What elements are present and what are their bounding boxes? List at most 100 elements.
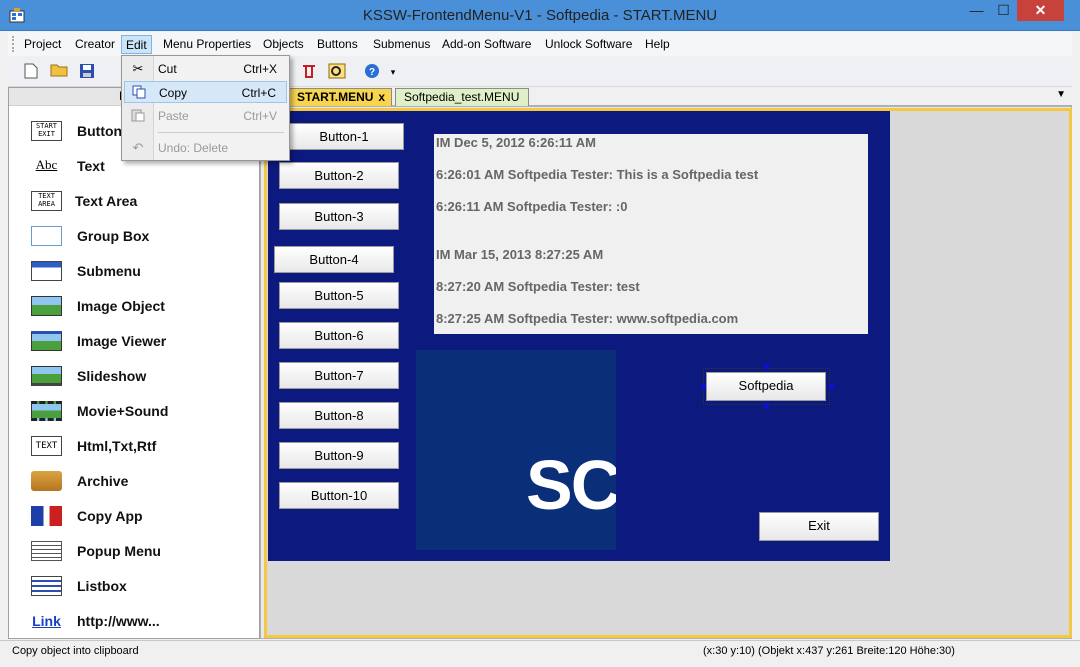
image-object-icon: [31, 296, 62, 316]
panel-item-link[interactable]: Link http://www...: [31, 609, 251, 633]
panel-item-label: Button: [77, 123, 123, 139]
text-area-icon: TEXT AREA: [31, 191, 62, 211]
canvas-button-10[interactable]: Button-10: [279, 482, 399, 509]
panel-item-label: Popup Menu: [77, 543, 161, 559]
panel-item-archive[interactable]: Archive: [31, 469, 251, 493]
panel-item-label: Slideshow: [77, 368, 147, 384]
movie-sound-icon: [31, 401, 62, 421]
menu-separator: [158, 132, 284, 133]
tab-label: Softpedia_test.MENU: [404, 90, 520, 104]
copy-icon: [131, 85, 147, 101]
menu-item-paste[interactable]: Paste Ctrl+V: [124, 105, 287, 127]
tab-label: START.MENU: [297, 90, 374, 104]
menu-item-cut[interactable]: ✂ Cut Ctrl+X: [124, 58, 287, 80]
status-coordinates: (x:30 y:10) (Objekt x:437 y:261 Breite:1…: [703, 645, 955, 657]
resize-handle[interactable]: [764, 403, 769, 408]
tab-softpedia-test[interactable]: Softpedia_test.MENU: [395, 88, 529, 106]
panel-item-image-object[interactable]: Image Object: [31, 294, 251, 318]
save-icon[interactable]: [78, 63, 96, 81]
slideshow-icon: [31, 366, 62, 386]
canvas-softpedia-button[interactable]: Softpedia: [706, 372, 826, 401]
new-file-icon[interactable]: [22, 63, 40, 81]
canvas-button-8[interactable]: Button-8: [279, 402, 399, 429]
panel-item-label: Listbox: [77, 578, 127, 594]
menu-item-copy[interactable]: Copy Ctrl+C: [124, 81, 287, 103]
svg-text:?: ?: [369, 67, 375, 78]
menu-project[interactable]: Project: [20, 35, 65, 54]
text-object-icon: Abc: [31, 156, 62, 176]
panel-item-submenu[interactable]: Submenu: [31, 259, 251, 283]
canvas-button-7[interactable]: Button-7: [279, 362, 399, 389]
canvas-button-6[interactable]: Button-6: [279, 322, 399, 349]
panel-item-label: Movie+Sound: [77, 403, 169, 419]
panel-item-html-txt-rtf[interactable]: TEXT Html,Txt,Rtf: [31, 434, 251, 458]
panel-item-image-viewer[interactable]: Image Viewer: [31, 329, 251, 353]
menu-item-label: Cut: [158, 62, 177, 76]
menu-item-label: Copy: [159, 86, 188, 100]
menu-item-shortcut: Ctrl+V: [243, 109, 277, 123]
menu-help[interactable]: Help: [641, 35, 674, 54]
panel-item-label: Archive: [77, 473, 129, 489]
panel-item-copy-app[interactable]: Copy App: [31, 504, 251, 528]
tab-close-icon[interactable]: x: [378, 89, 385, 105]
panel-item-popup-menu[interactable]: Popup Menu: [31, 539, 251, 563]
menu-item-undo[interactable]: ↶ Undo: Delete: [124, 137, 287, 159]
canvas-button-1[interactable]: Button-1: [284, 123, 404, 150]
tab-start-menu[interactable]: START.MENU x: [288, 88, 392, 106]
document-tabs: START.MENU x Softpedia_test.MENU ▼: [260, 87, 1072, 106]
canvas-button-5[interactable]: Button-5: [279, 282, 399, 309]
help-icon[interactable]: ?: [363, 63, 381, 81]
panel-item-text-area[interactable]: TEXT AREA Text Area: [31, 189, 251, 213]
open-folder-icon[interactable]: [50, 63, 68, 81]
menu-creator[interactable]: Creator: [71, 35, 119, 54]
canvas-button-4[interactable]: Button-4: [274, 246, 394, 273]
canvas-image-object[interactable]: SC: [416, 350, 616, 550]
window-title: KSSW-FrontendMenu-V1 - Softpedia - START…: [362, 7, 718, 24]
menu-objects[interactable]: Objects: [259, 35, 308, 54]
menu-unlock-software[interactable]: Unlock Software: [541, 35, 636, 54]
menubar-grip: [12, 36, 15, 52]
paste-icon: [130, 108, 146, 124]
panel-item-label: Html,Txt,Rtf: [77, 438, 157, 454]
canvas-exit-button[interactable]: Exit: [759, 512, 879, 541]
menu-submenus[interactable]: Submenus: [369, 35, 434, 54]
title-bar: KSSW-FrontendMenu-V1 - Softpedia - START…: [0, 0, 1080, 31]
canvas-button-2[interactable]: Button-2: [279, 162, 399, 189]
minimize-button[interactable]: —: [963, 0, 990, 21]
resize-handle[interactable]: [701, 384, 706, 389]
maximize-button[interactable]: ☐: [990, 0, 1017, 21]
menu-menu-properties[interactable]: Menu Properties: [159, 35, 255, 54]
toolbar-overflow-icon[interactable]: ▾: [388, 63, 398, 81]
menu-item-shortcut: Ctrl+X: [243, 62, 277, 76]
menu-buttons[interactable]: Buttons: [313, 35, 362, 54]
resize-handle[interactable]: [764, 364, 769, 369]
delete-icon[interactable]: [300, 63, 318, 81]
panel-item-listbox[interactable]: Listbox: [31, 574, 251, 598]
listbox-icon: [31, 576, 62, 596]
panel-item-movie-sound[interactable]: Movie+Sound: [31, 399, 251, 423]
panel-item-slideshow[interactable]: Slideshow: [31, 364, 251, 388]
menu-addon-software[interactable]: Add-on Software: [438, 35, 535, 54]
text-line: IM Mar 15, 2013 8:27:25 AM: [436, 247, 604, 262]
resize-handle[interactable]: [829, 384, 834, 389]
softpedia-logo: SC: [526, 446, 616, 524]
copy-app-icon: [31, 506, 62, 526]
panel-item-label: Image Viewer: [77, 333, 167, 349]
panel-item-label: Text: [77, 158, 105, 174]
text-line: 8:27:25 AM Softpedia Tester: www.softped…: [436, 311, 739, 326]
menu-item-label: Undo: Delete: [158, 141, 229, 155]
canvas-text-area[interactable]: IM Dec 5, 2012 6:26:11 AM 6:26:01 AM Sof…: [434, 134, 868, 334]
preview-icon[interactable]: [328, 63, 346, 81]
tab-list-dropdown-icon[interactable]: ▼: [1056, 89, 1066, 100]
menu-bar: Project Creator Edit Menu Properties Obj…: [8, 32, 1072, 56]
canvas-button-3[interactable]: Button-3: [279, 203, 399, 230]
menu-edit[interactable]: Edit: [121, 35, 152, 54]
text-line: 6:26:01 AM Softpedia Tester: This is a S…: [436, 167, 759, 182]
image-viewer-icon: [31, 331, 62, 351]
text-line: 6:26:11 AM Softpedia Tester: :0: [436, 199, 628, 214]
text-line: 8:27:20 AM Softpedia Tester: test: [436, 279, 640, 294]
panel-item-group-box[interactable]: Group Box: [31, 224, 251, 248]
canvas-button-9[interactable]: Button-9: [279, 442, 399, 469]
close-button[interactable]: ✕: [1017, 0, 1064, 21]
panel-item-label: Copy App: [77, 508, 143, 524]
